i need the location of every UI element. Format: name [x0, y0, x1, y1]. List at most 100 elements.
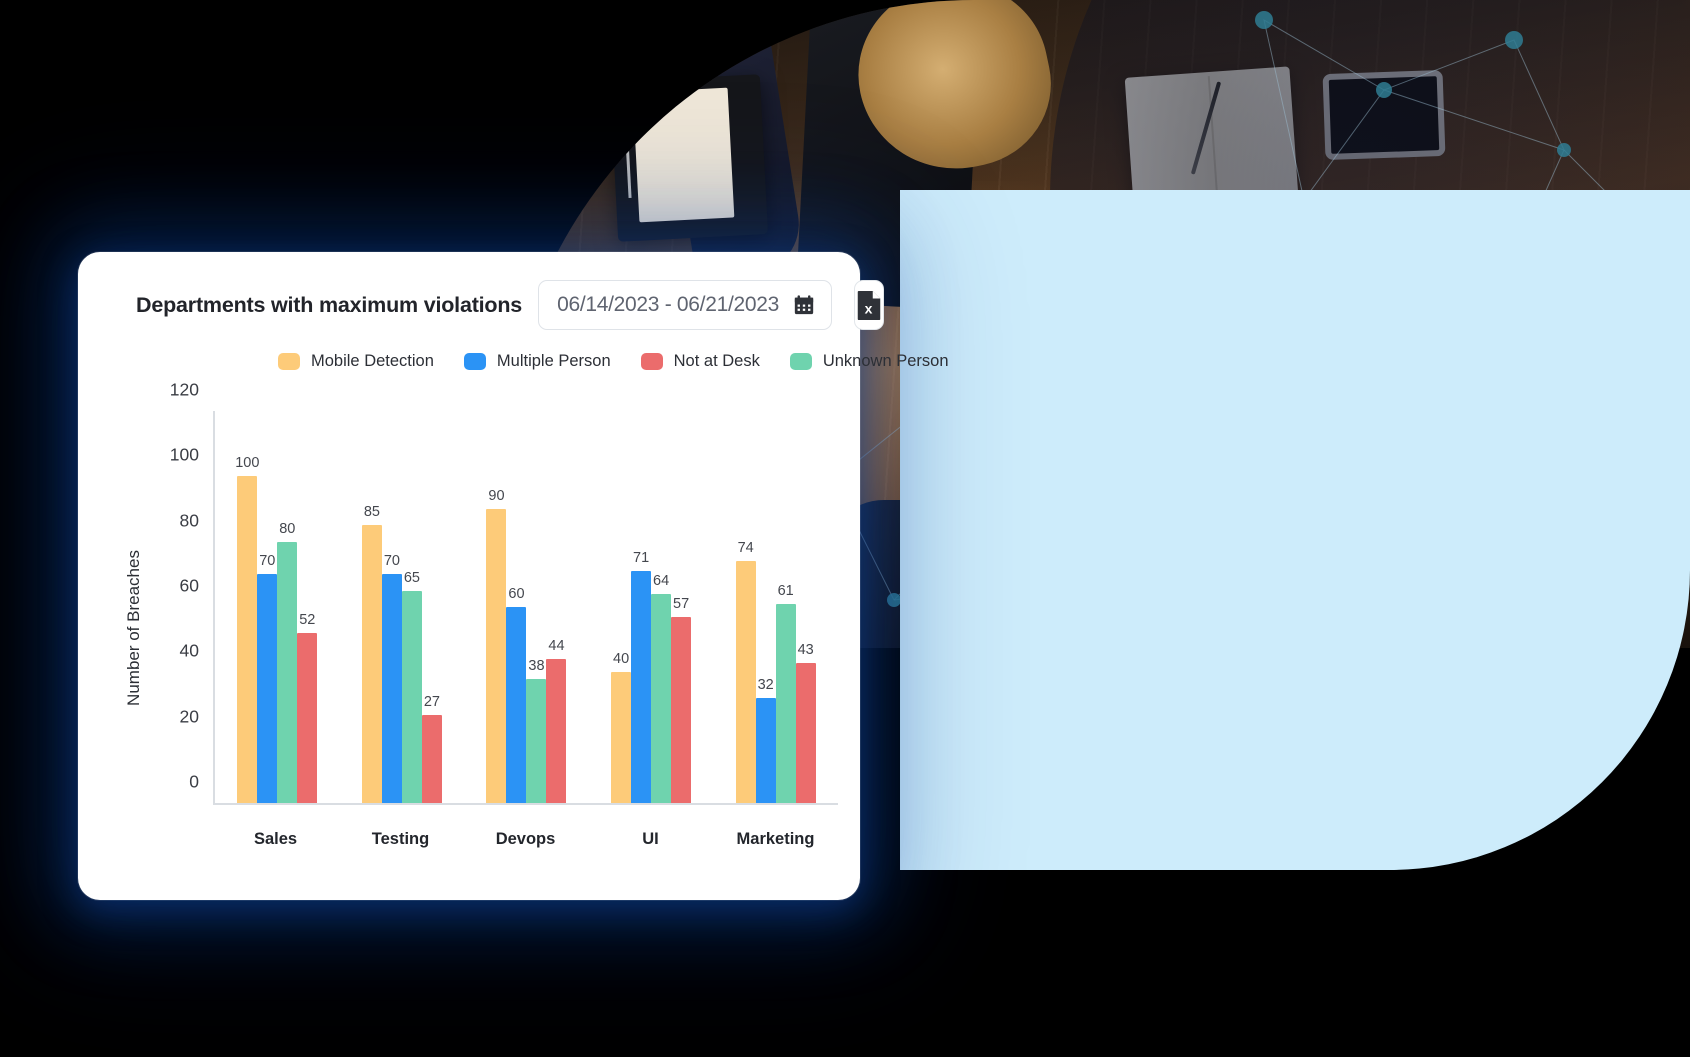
bar-slot: 27 — [421, 411, 442, 803]
x-axis-label: Marketing — [736, 830, 815, 848]
legend-label-unknown-person: Unknown Person — [822, 352, 949, 370]
bar[interactable]: 65 — [401, 570, 422, 803]
bar-value-label: 44 — [548, 638, 565, 655]
legend-item-multiple-person[interactable]: Multiple Person — [463, 352, 611, 371]
bar[interactable]: 80 — [277, 521, 298, 803]
legend-swatch-multiple-person — [463, 353, 486, 370]
bar-slot: 71 — [631, 411, 652, 803]
calendar-icon[interactable] — [793, 294, 815, 316]
plot-area: 0 20 40 60 80 100 120 100 70 80 52 85 70 65 27 90 60 38 4… — [170, 380, 838, 805]
bar-value-label: 40 — [613, 651, 630, 668]
bar[interactable]: 70 — [381, 553, 402, 803]
bar-slot: 43 — [795, 411, 816, 803]
bar-slot: 40 — [611, 411, 632, 803]
legend-item-unknown-person[interactable]: Unknown Person — [789, 352, 949, 371]
y-axis-tick: 20 — [179, 706, 199, 727]
legend-swatch-mobile-detection — [278, 353, 300, 370]
x-axis-label: Sales — [253, 830, 298, 848]
bar[interactable]: 60 — [506, 586, 527, 803]
bar[interactable]: 61 — [775, 583, 796, 803]
bar-slot: 52 — [297, 411, 318, 803]
bar-slot: 85 — [361, 411, 382, 803]
bar[interactable]: 52 — [297, 612, 318, 803]
bar[interactable]: 71 — [631, 550, 652, 803]
y-axis-label: Number of Breaches — [124, 550, 143, 706]
bar-slot: 90 — [486, 411, 507, 803]
bar-slot: 100 — [235, 411, 259, 803]
y-axis-tick: 120 — [169, 379, 199, 400]
bar-slot: 32 — [755, 411, 776, 803]
bar[interactable]: 100 — [235, 455, 259, 803]
bar[interactable]: 32 — [755, 677, 776, 803]
bar-slot: 60 — [506, 411, 527, 803]
x-axis-labels: Sales Testing Devops UI Marketing — [213, 830, 838, 849]
page-title: Departments with maximum violations — [136, 292, 523, 317]
bar-slot: 38 — [526, 411, 547, 803]
bar-value-label: 61 — [777, 582, 794, 599]
bar[interactable]: 27 — [421, 694, 442, 803]
y-axis-tick: 40 — [179, 640, 199, 661]
bar-slot: 74 — [735, 411, 756, 803]
y-axis-tick: 0 — [189, 771, 199, 792]
legend-label-mobile-detection: Mobile Detection — [311, 352, 434, 370]
bar-slot: 44 — [546, 411, 567, 803]
bar-value-label: 80 — [279, 520, 296, 537]
svg-text:x: x — [865, 300, 873, 316]
bar[interactable]: 90 — [486, 488, 507, 803]
bar-value-label: 32 — [757, 677, 774, 694]
bar-group: 74 32 61 43 — [713, 411, 838, 803]
bar-chart: Number of Breaches 0 20 40 60 80 100 120 100 70… — [78, 380, 860, 863]
legend-item-not-at-desk[interactable]: Not at Desk — [640, 352, 760, 371]
bar-value-label: 90 — [488, 488, 505, 504]
date-range-value: 06/14/2023 - 06/21/2023 — [557, 293, 780, 316]
bar-value-label: 60 — [508, 586, 525, 602]
excel-export-icon: x — [855, 290, 883, 320]
bar-value-label: 100 — [235, 455, 260, 472]
bar[interactable]: 44 — [546, 638, 567, 803]
bar-slot: 57 — [671, 411, 692, 803]
bar-value-label: 85 — [363, 504, 380, 521]
page-root: Departments with maximum violations 06/1… — [0, 0, 1690, 1057]
bar-value-label: 27 — [423, 693, 440, 710]
bar[interactable]: 38 — [526, 658, 547, 803]
bar[interactable]: 43 — [795, 642, 816, 803]
legend-item-mobile-detection[interactable]: Mobile Detection — [278, 352, 434, 371]
bar[interactable]: 70 — [257, 553, 278, 803]
legend-swatch-not-at-desk — [640, 353, 663, 370]
bar-slot: 80 — [277, 411, 298, 803]
legend-label-multiple-person: Multiple Person — [496, 352, 611, 370]
bar-value-label: 57 — [673, 595, 690, 612]
bar[interactable]: 74 — [735, 540, 756, 803]
y-axis-tick: 80 — [179, 510, 199, 531]
bar-groups: 100 70 80 52 85 70 65 27 90 60 38 44 40 71 64 57 74 32 61 4… — [215, 411, 838, 803]
y-axis-tick: 100 — [169, 444, 199, 465]
bar-value-label: 65 — [403, 569, 420, 586]
bar-slot: 64 — [651, 411, 672, 803]
bar[interactable]: 57 — [671, 596, 692, 803]
bar-value-label: 70 — [259, 553, 276, 570]
bar-slot: 70 — [257, 411, 278, 803]
legend-swatch-unknown-person — [789, 353, 812, 370]
bar-value-label: 43 — [797, 641, 814, 658]
legend-label-not-at-desk: Not at Desk — [673, 352, 760, 370]
y-axis-tick: 60 — [179, 575, 199, 596]
bar-slot: 61 — [775, 411, 796, 803]
bar[interactable]: 40 — [611, 651, 632, 803]
bar[interactable]: 85 — [361, 504, 382, 803]
bar[interactable]: 64 — [651, 573, 672, 803]
bar-value-label: 52 — [299, 612, 316, 629]
x-axis-label: Devops — [495, 830, 556, 848]
bar-value-label: 64 — [653, 572, 670, 589]
export-excel-button[interactable]: x — [854, 280, 885, 330]
bar-slot: 65 — [401, 411, 422, 803]
bar-group: 40 71 64 57 — [589, 411, 714, 803]
bar-group: 90 60 38 44 — [464, 411, 589, 803]
blue-accent-panel — [900, 190, 1690, 870]
bar-value-label: 38 — [528, 657, 545, 674]
chart-legend: Mobile Detection Multiple Person Not at … — [78, 330, 949, 371]
bar-slot: 70 — [381, 411, 402, 803]
bar-value-label: 71 — [633, 550, 650, 567]
x-axis-label: Testing — [371, 830, 430, 848]
violations-dashboard-card: Departments with maximum violations 06/1… — [78, 252, 949, 900]
date-range-picker[interactable]: 06/14/2023 - 06/21/2023 — [538, 280, 833, 330]
